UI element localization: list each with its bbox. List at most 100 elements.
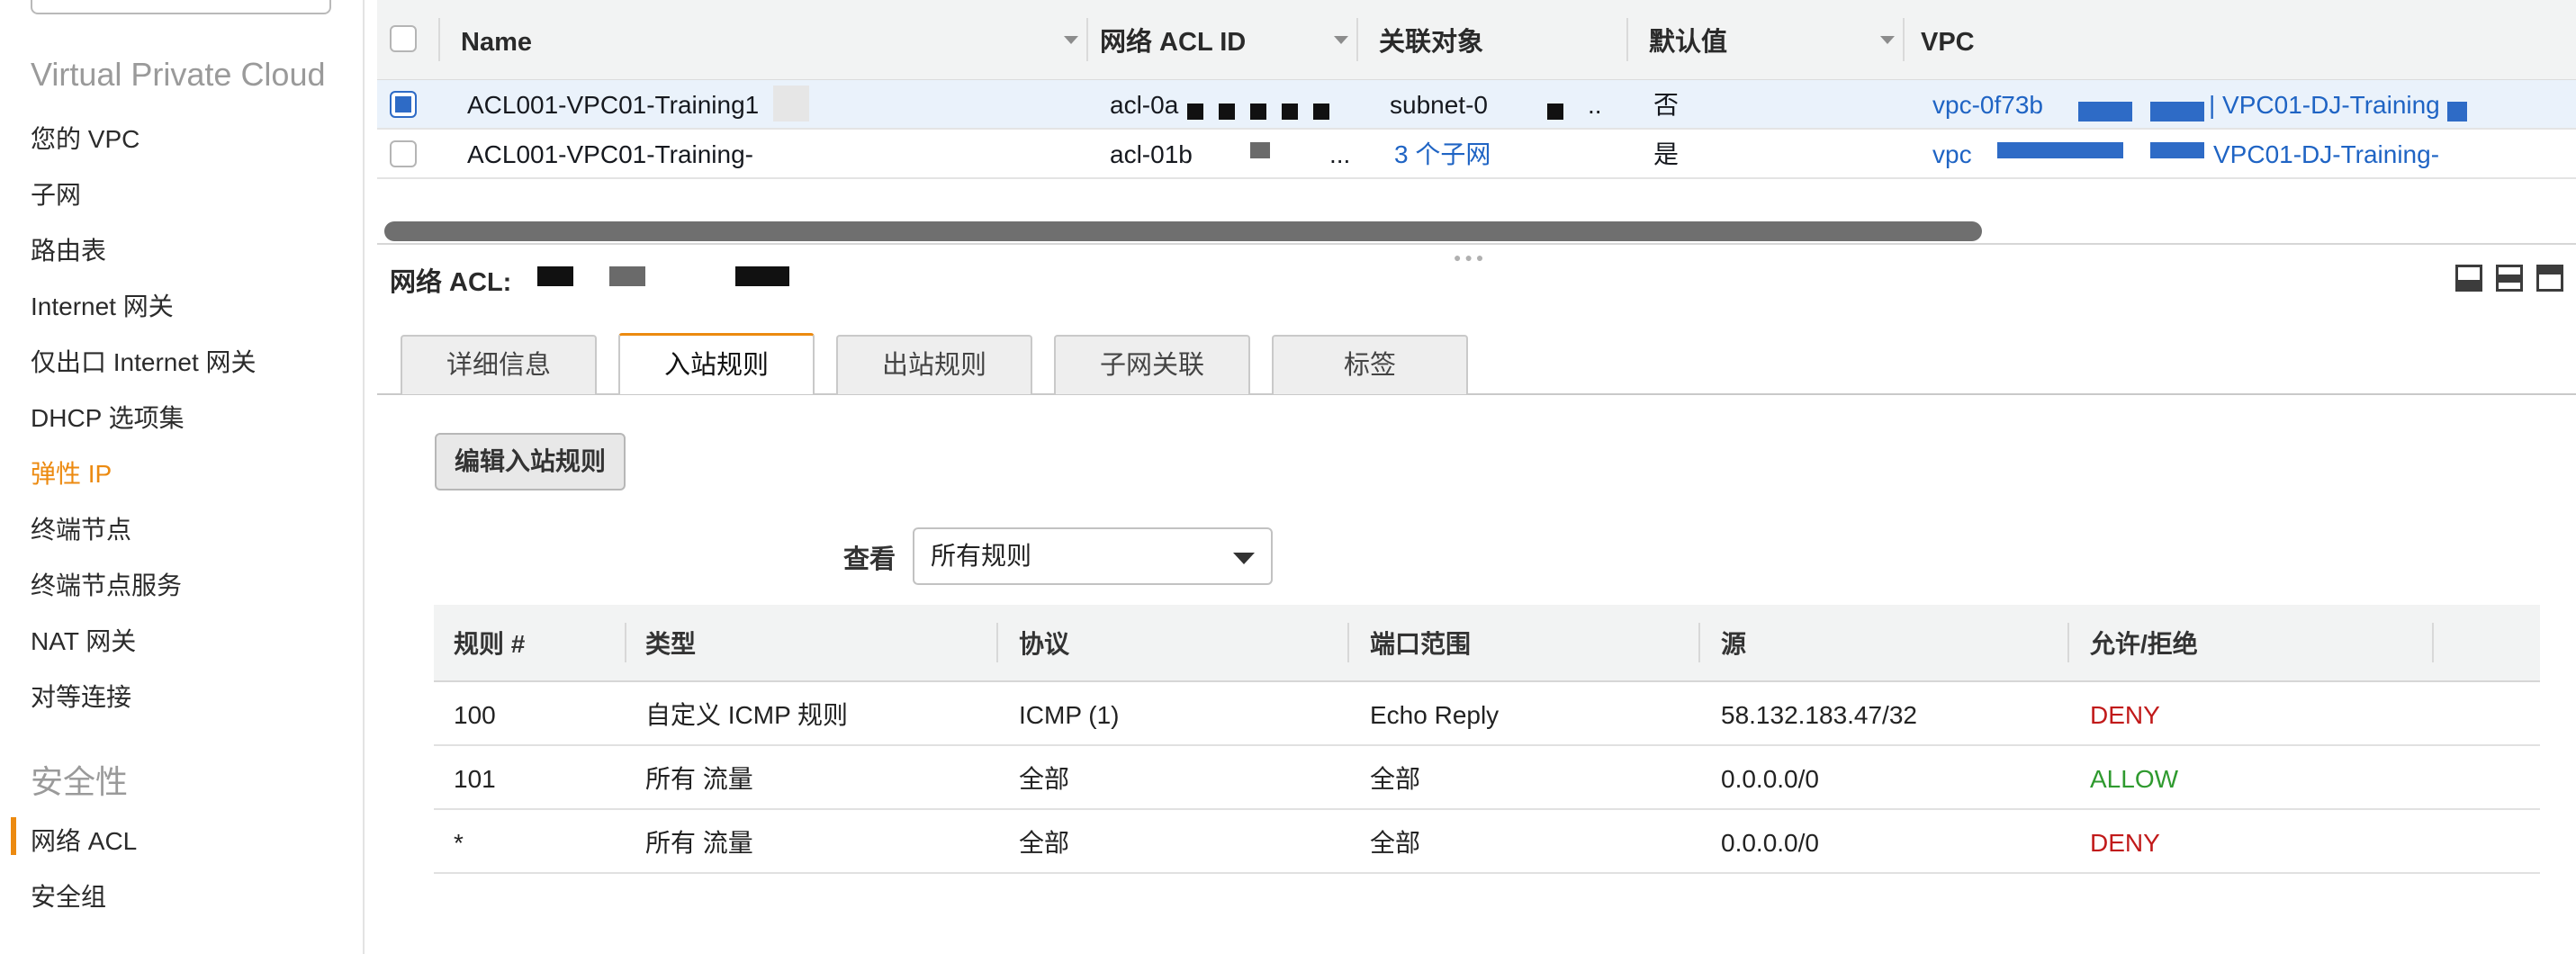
rules-table-header: 规则 # 类型 协议 端口范围 源 允许/拒绝 [434, 605, 2540, 682]
redaction-block [773, 86, 809, 122]
layout-bottom-pane-icon[interactable] [2455, 265, 2482, 292]
column-separator [996, 623, 998, 662]
sort-caret-icon[interactable] [1880, 36, 1895, 44]
rule-row: 100 自定义 ICMP 规则 ICMP (1) Echo Reply 58.1… [434, 682, 2540, 746]
tab-tags[interactable]: 标签 [1272, 335, 1468, 394]
rule-protocol: 全部 [1019, 765, 1070, 793]
rule-source: 0.0.0.0/0 [1721, 765, 1819, 793]
rule-type: 所有 流量 [645, 765, 753, 793]
rules-header-source: 源 [1721, 630, 1747, 658]
section-title-vpc: Virtual Private Cloud [31, 56, 326, 93]
sidebar-item-internet-gateways[interactable]: Internet 网关 [31, 287, 174, 323]
column-header-acl-id[interactable]: 网络 ACL ID [1100, 0, 1246, 79]
rules-header-allow-deny: 允许/拒绝 [2090, 630, 2198, 658]
column-separator [438, 18, 440, 61]
cell-acl-id: acl-0a [1110, 91, 1179, 119]
filter-label: 查看 [843, 545, 896, 574]
sort-caret-icon[interactable] [1064, 36, 1078, 44]
rule-action: DENY [2090, 701, 2160, 729]
sidebar-item-nat-gateways[interactable]: NAT 网关 [31, 622, 136, 658]
rule-action: DENY [2090, 829, 2160, 857]
sidebar-item-route-tables[interactable]: 路由表 [31, 231, 106, 267]
layout-split-pane-icon[interactable] [2496, 265, 2523, 292]
row-checkbox[interactable] [390, 140, 417, 167]
vpc-link[interactable]: vpc [1932, 130, 1986, 177]
main-content: Name 网络 ACL ID 关联对象 默认值 VPC ACL001-VPC01… [366, 0, 2576, 954]
section-title-security: 安全性 [31, 763, 129, 800]
rules-filter-value: 所有规则 [931, 542, 1032, 570]
resize-grip-icon[interactable]: ●●● [1454, 250, 1487, 265]
row-checkbox[interactable] [390, 91, 417, 118]
sidebar-item-endpoints[interactable]: 终端节点 [31, 510, 131, 546]
column-separator [1356, 18, 1358, 61]
sidebar-item-endpoint-services[interactable]: 终端节点服务 [31, 566, 182, 602]
column-separator [2067, 623, 2069, 662]
redaction-block [2447, 102, 2467, 122]
redaction-block [537, 266, 573, 286]
redaction-block [1219, 104, 1235, 120]
redaction-block [735, 266, 789, 286]
rules-filter-select[interactable]: 所有规则 [913, 527, 1273, 585]
column-separator [2432, 623, 2434, 662]
select-all-checkbox[interactable] [390, 25, 417, 52]
table-row[interactable]: ACL001-VPC01-Training- acl-01b ... 3 个子网… [377, 130, 2576, 179]
pane-layout-toggles [2455, 265, 2563, 297]
sidebar-item-network-acls[interactable]: 网络 ACL [31, 822, 137, 858]
cell-acl-id-more: ... [1329, 140, 1351, 168]
rule-number: 100 [454, 701, 496, 729]
column-header-default[interactable]: 默认值 [1649, 0, 1727, 79]
rule-source: 58.132.183.47/32 [1721, 701, 1917, 729]
sidebar-item-egress-only-gateways[interactable]: 仅出口 Internet 网关 [31, 343, 257, 379]
sidebar-item-peering[interactable]: 对等连接 [31, 678, 131, 714]
redaction-block [1997, 142, 2123, 158]
table-row[interactable]: ACL001-VPC01-Training1 acl-0a subnet-0 .… [377, 80, 2576, 130]
rule-type: 所有 流量 [645, 829, 753, 857]
rule-source: 0.0.0.0/0 [1721, 829, 1819, 857]
sidebar-item-dhcp-options[interactable]: DHCP 选项集 [31, 399, 185, 435]
sidebar-item-security-groups[interactable]: 安全组 [31, 878, 106, 914]
tab-inbound-rules[interactable]: 入站规则 [618, 333, 815, 394]
sidebar-item-elastic-ip[interactable]: 弹性 IP [31, 454, 112, 490]
sidebar-filter-input[interactable] [31, 0, 331, 14]
sidebar-item-subnets[interactable]: 子网 [31, 176, 81, 212]
detail-title-label: 网络 ACL: [390, 268, 512, 297]
sidebar-item-your-vpcs[interactable]: 您的 VPC [31, 120, 140, 156]
rule-port-range: Echo Reply [1370, 701, 1500, 729]
cell-association-more: .. [1588, 91, 1602, 119]
rules-header-type: 类型 [645, 630, 697, 658]
tab-outbound-rules[interactable]: 出站规则 [836, 335, 1032, 394]
layout-top-pane-icon[interactable] [2536, 265, 2563, 292]
rules-header-protocol: 协议 [1019, 630, 1070, 658]
redaction-block [2150, 102, 2204, 122]
column-separator [1903, 18, 1905, 61]
acl-table-header: Name 网络 ACL ID 关联对象 默认值 VPC [377, 0, 2576, 81]
rule-protocol: ICMP (1) [1019, 701, 1120, 729]
edit-inbound-rules-button[interactable]: 编辑入站规则 [435, 433, 626, 490]
horizontal-scrollbar[interactable] [384, 221, 1982, 241]
redaction-block [1250, 104, 1266, 120]
sort-caret-icon[interactable] [1334, 36, 1348, 44]
cell-name: ACL001-VPC01-Training- [467, 140, 753, 168]
rules-header-port-range: 端口范围 [1370, 630, 1472, 658]
tab-details[interactable]: 详细信息 [401, 335, 597, 394]
column-header-associations[interactable]: 关联对象 [1379, 0, 1483, 79]
rule-type: 自定义 ICMP 规则 [645, 701, 849, 729]
column-header-vpc[interactable]: VPC [1921, 0, 1975, 79]
rule-number: * [454, 829, 464, 857]
redaction-block [1547, 104, 1563, 120]
pane-divider[interactable] [377, 243, 2576, 245]
vpc-link[interactable]: vpc-0f73b [1932, 80, 2054, 128]
vpc-name-link[interactable]: | VPC01-DJ-Training [2209, 80, 2443, 128]
redaction-block [609, 266, 645, 286]
vpc-name-link[interactable]: VPC01-DJ-Training- [2213, 130, 2465, 177]
subnets-link[interactable]: 3 个子网 [1394, 130, 1529, 177]
active-indicator [11, 817, 16, 855]
rule-number: 101 [454, 765, 496, 793]
column-header-name[interactable]: Name [461, 0, 532, 79]
detail-title: 网络 ACL: [390, 261, 511, 299]
column-separator [1626, 18, 1628, 61]
tab-subnet-associations[interactable]: 子网关联 [1054, 335, 1250, 394]
rules-header-rule-number: 规则 # [454, 630, 526, 658]
rule-port-range: 全部 [1370, 829, 1421, 857]
dropdown-caret-icon [1233, 553, 1255, 564]
